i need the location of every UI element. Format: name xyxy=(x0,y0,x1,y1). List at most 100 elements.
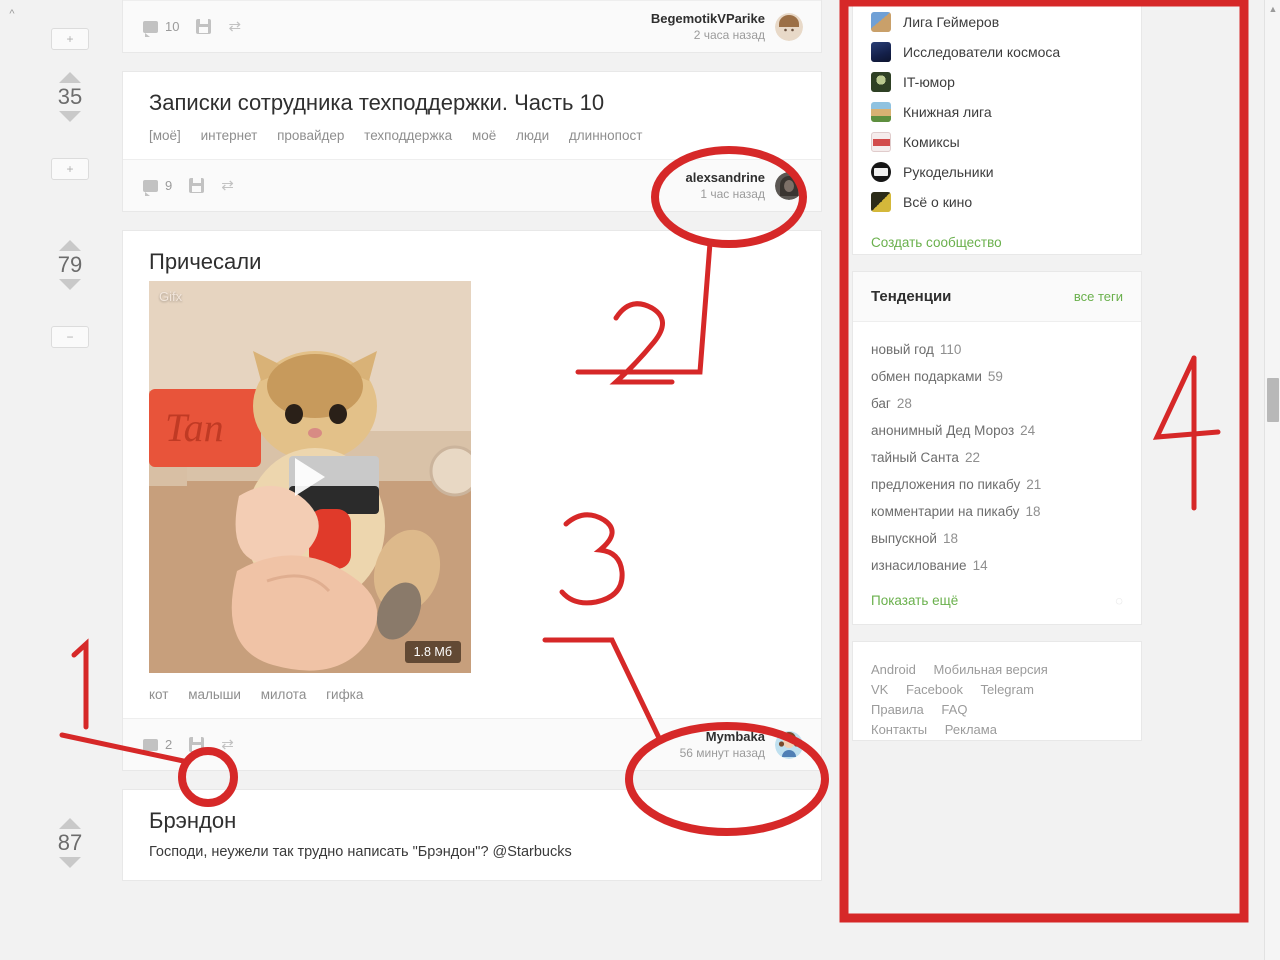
trend-item[interactable]: выпускной 18 xyxy=(853,525,1141,552)
vote-plus-button-2[interactable]: + xyxy=(20,158,120,180)
create-community-link[interactable]: Создать сообщество xyxy=(853,227,1141,254)
trend-tag: изнасилование xyxy=(871,558,967,573)
save-action[interactable] xyxy=(196,19,212,34)
trend-item[interactable]: тайный Санта 22 xyxy=(853,444,1141,471)
share-action[interactable]: ⇄ xyxy=(228,19,246,34)
post-tag[interactable]: интернет xyxy=(201,128,258,143)
trend-item[interactable]: комментарии на пикабу 18 xyxy=(853,498,1141,525)
page-root: ^ + 35 + 79 − 87 10 ⇄ BegemotikVParike 2… xyxy=(0,0,1280,960)
trend-item[interactable]: изнасилование 14 xyxy=(853,552,1141,579)
community-label: IT-юмор xyxy=(903,74,955,90)
scroll-up-chevron-icon[interactable]: ^ xyxy=(5,8,19,20)
post-tag[interactable]: [моё] xyxy=(149,128,181,143)
save-action[interactable] xyxy=(189,178,205,193)
scrollbar-thumb[interactable] xyxy=(1267,378,1279,422)
footer-link-android[interactable]: Android xyxy=(871,662,916,677)
page-scrollbar[interactable]: ▲ xyxy=(1264,0,1280,960)
vote-up-arrow-icon[interactable] xyxy=(59,818,81,829)
community-it-humor-icon xyxy=(871,72,891,92)
vote-up-arrow-icon[interactable] xyxy=(59,72,81,83)
save-action[interactable] xyxy=(189,737,205,752)
post-tag[interactable]: моё xyxy=(472,128,496,143)
vote-minus-label[interactable]: − xyxy=(51,326,89,348)
post-title[interactable]: Записки сотрудника техподдержки. Часть 1… xyxy=(123,72,821,122)
annotation-digit-4 xyxy=(1152,355,1221,511)
right-sidebar: Лига Геймеров Исследователи космоса IT-ю… xyxy=(852,0,1142,757)
sidebar-item-community[interactable]: Рукодельники xyxy=(853,157,1141,187)
loading-spinner-icon: ◌ xyxy=(1115,593,1123,608)
vote-plus-label[interactable]: + xyxy=(51,158,89,180)
footer-links: Android Мобильная версия VK Facebook Tel… xyxy=(853,642,1141,758)
vote-down-arrow-icon[interactable] xyxy=(59,279,81,290)
post-tag[interactable]: люди xyxy=(516,128,549,143)
post-title[interactable]: Брэндон xyxy=(123,790,821,840)
post-tag[interactable]: техподдержка xyxy=(364,128,452,143)
footer-link-ads[interactable]: Реклама xyxy=(945,722,997,737)
vote-count: 35 xyxy=(57,84,83,109)
post-tag[interactable]: провайдер xyxy=(277,128,344,143)
sidebar-item-community[interactable]: Книжная лига xyxy=(853,97,1141,127)
sidebar-item-community[interactable]: Лига Геймеров xyxy=(853,7,1141,37)
vote-minus-button[interactable]: − xyxy=(20,326,120,348)
save-icon xyxy=(189,178,205,193)
all-tags-link[interactable]: все теги xyxy=(1074,289,1123,304)
post-tag[interactable]: милота xyxy=(261,687,307,702)
vote-plus-button-1[interactable]: + xyxy=(20,28,120,50)
vote-up-arrow-icon[interactable] xyxy=(59,240,81,251)
trend-count: 18 xyxy=(942,531,958,546)
footer-link-contacts[interactable]: Контакты xyxy=(871,722,927,737)
comments-action[interactable]: 10 xyxy=(143,19,179,37)
community-cinema-icon xyxy=(871,192,891,212)
show-more-link[interactable]: Показать ещё ◌ xyxy=(853,587,1141,624)
trend-item[interactable]: баг 28 xyxy=(853,390,1141,417)
post-media-player[interactable]: Tan Gifx 1.8 Мб xyxy=(149,281,471,673)
footer-link-faq[interactable]: FAQ xyxy=(941,702,967,717)
trend-count: 28 xyxy=(896,396,912,411)
post-title[interactable]: Причесали xyxy=(123,231,821,281)
retweet-icon: ⇄ xyxy=(221,735,234,753)
trends-title: Тенденции xyxy=(871,288,952,305)
post-tag[interactable]: малыши xyxy=(188,687,241,702)
community-label: Рукодельники xyxy=(903,164,994,180)
share-action[interactable]: ⇄ xyxy=(221,735,239,753)
footer-link-telegram[interactable]: Telegram xyxy=(980,682,1033,697)
trend-item[interactable]: обмен подарками 59 xyxy=(853,363,1141,390)
post-actions: 9 ⇄ xyxy=(143,178,239,196)
trend-item[interactable]: новый год 110 xyxy=(853,336,1141,363)
vote-down-arrow-icon[interactable] xyxy=(59,111,81,122)
sidebar-item-community[interactable]: Комиксы xyxy=(853,127,1141,157)
vote-down-arrow-icon[interactable] xyxy=(59,857,81,868)
vote-group-post-techsupport: 35 xyxy=(20,72,120,122)
scrollbar-up-arrow-icon[interactable]: ▲ xyxy=(1268,4,1278,14)
trend-tag: баг xyxy=(871,396,891,411)
footer-link-vk[interactable]: VK xyxy=(871,682,888,697)
trend-item[interactable]: анонимный Дед Мороз 24 xyxy=(853,417,1141,444)
comments-action[interactable]: 9 xyxy=(143,178,172,196)
svg-text:Tan: Tan xyxy=(165,405,224,450)
community-label: Всё о кино xyxy=(903,194,973,210)
sidebar-item-community[interactable]: IT-юмор xyxy=(853,67,1141,97)
trend-item[interactable]: предложения по пикабу 21 xyxy=(853,471,1141,498)
post-card: 10 ⇄ BegemotikVParike 2 часа назад xyxy=(122,0,822,53)
post-author[interactable]: alexsandrine 1 час назад xyxy=(686,160,803,212)
trends-header: Тенденции все теги xyxy=(853,272,1141,322)
comments-action[interactable]: 2 xyxy=(143,737,172,755)
footer-link-mobile[interactable]: Мобильная версия xyxy=(933,662,1047,677)
sidebar-item-community[interactable]: Всё о кино xyxy=(853,187,1141,217)
share-action[interactable]: ⇄ xyxy=(221,178,239,193)
footer-link-rules[interactable]: Правила xyxy=(871,702,924,717)
avatar xyxy=(775,13,803,41)
community-label: Комиксы xyxy=(903,134,960,150)
gif-badge: Gifx xyxy=(159,289,183,304)
post-tag[interactable]: длиннопост xyxy=(569,128,642,143)
post-tag[interactable]: гифка xyxy=(326,687,363,702)
vote-plus-label[interactable]: + xyxy=(51,28,89,50)
post-tag[interactable]: кот xyxy=(149,687,168,702)
post-author[interactable]: BegemotikVParike 2 часа назад xyxy=(651,1,803,53)
footer-link-facebook[interactable]: Facebook xyxy=(906,682,963,697)
post-author[interactable]: Mymbaka 56 минут назад xyxy=(680,719,803,771)
trend-count: 14 xyxy=(972,558,988,573)
trend-count: 110 xyxy=(939,342,962,357)
sidebar-item-community[interactable]: Исследователи космоса xyxy=(853,37,1141,67)
play-button-icon[interactable] xyxy=(295,458,325,496)
